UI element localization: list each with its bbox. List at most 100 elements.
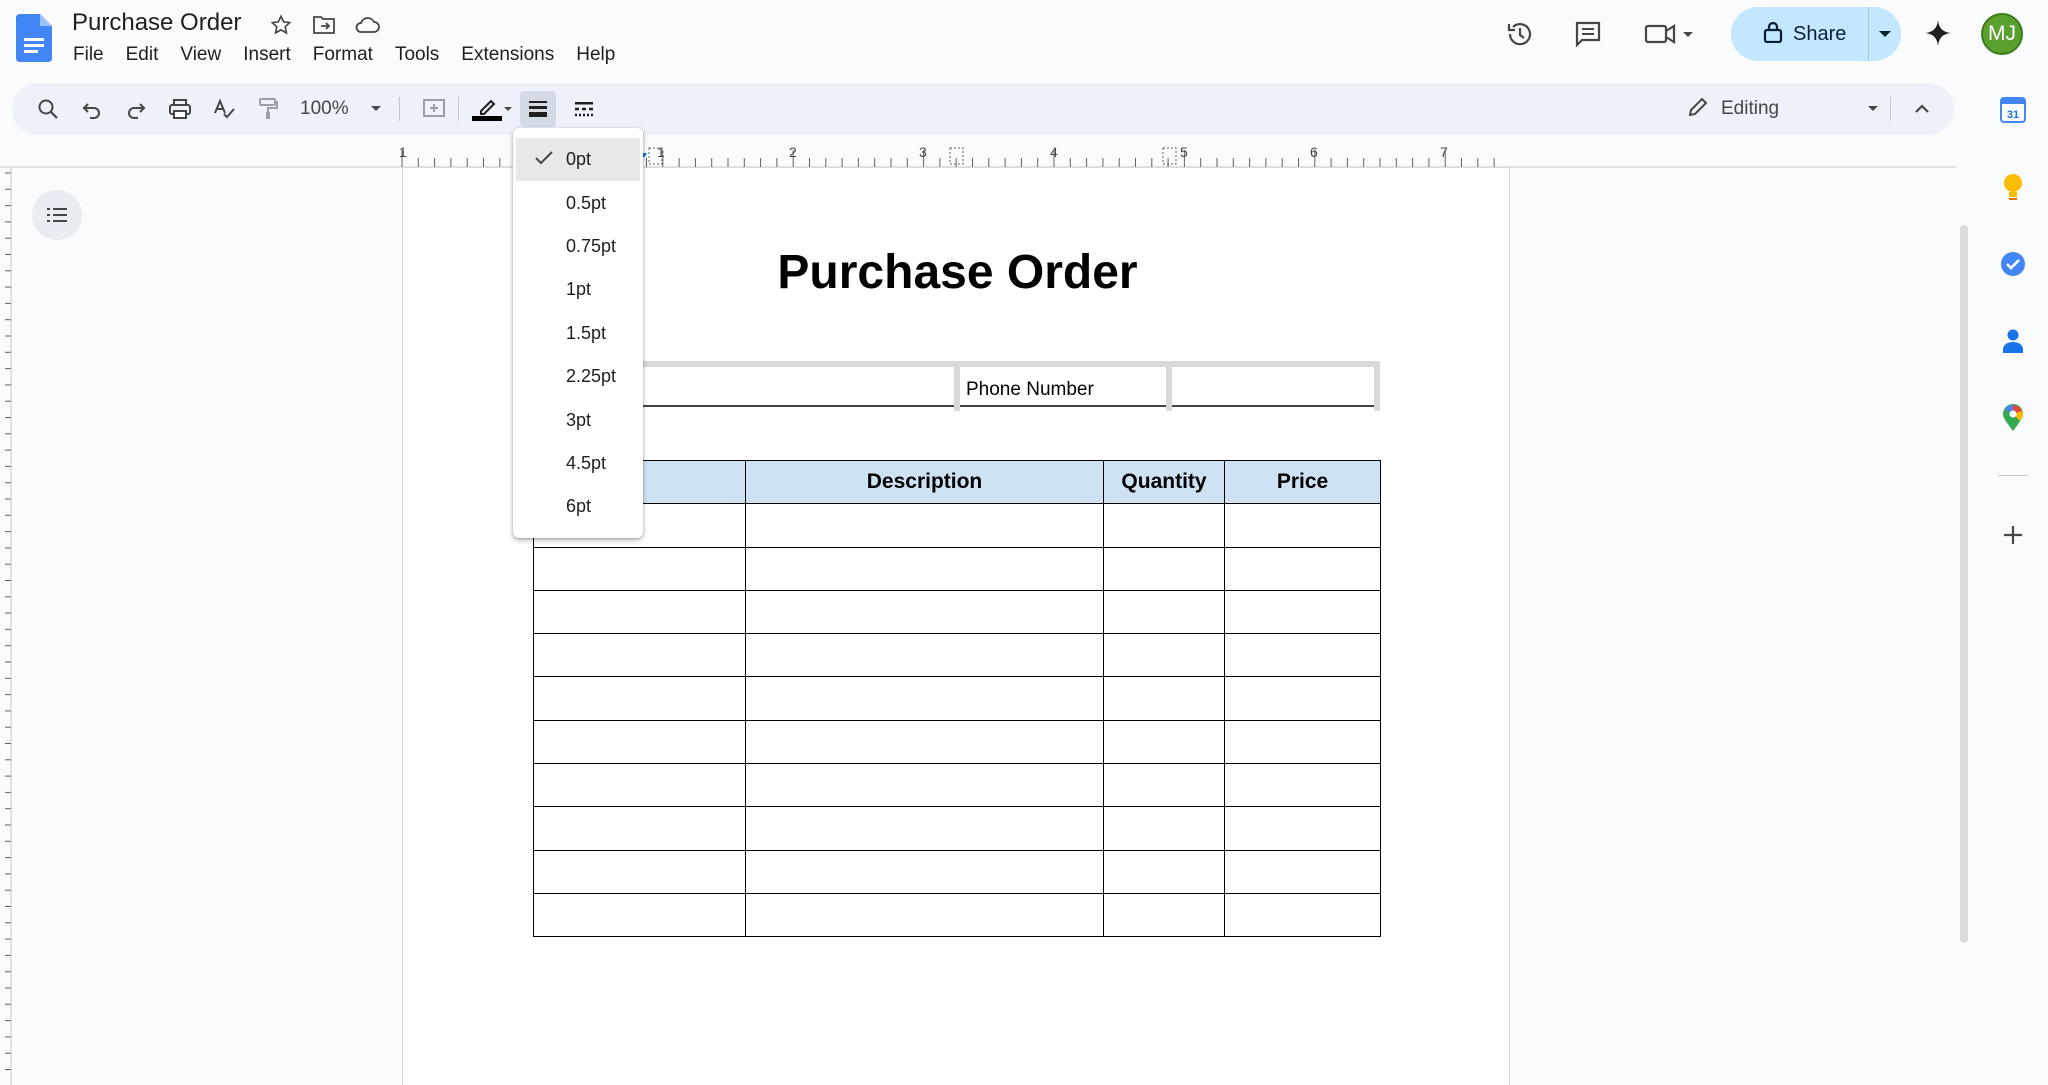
meet-icon[interactable] bbox=[1640, 14, 1700, 54]
table-cell[interactable] bbox=[533, 633, 746, 678]
hide-menus-chevron-up-icon[interactable] bbox=[1904, 91, 1940, 127]
share-main-button[interactable]: Share bbox=[1731, 7, 1870, 61]
add-plus-icon[interactable] bbox=[1996, 518, 2030, 552]
column-header-quantity[interactable]: Quantity bbox=[1103, 459, 1225, 505]
table-cell[interactable] bbox=[1224, 503, 1381, 548]
move-folder-icon[interactable] bbox=[311, 12, 337, 38]
table-cell[interactable] bbox=[1224, 719, 1381, 765]
share-options-chevron-icon[interactable] bbox=[1869, 29, 1901, 39]
print-icon[interactable] bbox=[162, 91, 198, 127]
document-heading[interactable]: Purchase Order bbox=[0, 245, 1915, 300]
table-cell[interactable] bbox=[1224, 763, 1381, 808]
paint-format-icon[interactable] bbox=[250, 91, 286, 127]
editing-mode-select[interactable]: Editing bbox=[1687, 91, 1879, 127]
document-title[interactable]: Purchase Order bbox=[72, 9, 241, 37]
table-cell[interactable] bbox=[1103, 849, 1225, 894]
column-header-description[interactable]: Description bbox=[745, 459, 1104, 505]
table-cell[interactable] bbox=[1224, 546, 1381, 591]
spelling-check-icon[interactable] bbox=[206, 91, 242, 127]
document-outline-button[interactable] bbox=[32, 190, 82, 240]
tasks-icon[interactable] bbox=[1996, 247, 2030, 281]
vertical-ruler[interactable] bbox=[0, 168, 12, 1085]
menu-help[interactable]: Help bbox=[565, 42, 626, 68]
vertical-scrollbar[interactable] bbox=[1960, 225, 1968, 943]
table-cell[interactable] bbox=[745, 892, 1104, 938]
contacts-icon[interactable] bbox=[1996, 324, 2030, 358]
border-width-option[interactable]: 1pt bbox=[513, 268, 643, 311]
border-width-option[interactable]: 4.5pt bbox=[513, 442, 643, 485]
table-cell[interactable] bbox=[1103, 676, 1225, 721]
cloud-saved-icon[interactable] bbox=[354, 12, 380, 38]
table-cell[interactable] bbox=[1103, 806, 1225, 851]
star-icon[interactable] bbox=[268, 12, 294, 38]
table-cell[interactable] bbox=[745, 676, 1104, 721]
border-dash-icon[interactable] bbox=[566, 91, 602, 127]
table-cell[interactable] bbox=[533, 719, 746, 765]
border-width-option[interactable]: 0.75pt bbox=[513, 225, 643, 268]
table-cell[interactable] bbox=[1103, 503, 1225, 548]
border-width-option[interactable]: 2.25pt bbox=[513, 355, 643, 398]
search-menus-icon[interactable] bbox=[30, 91, 66, 127]
table-cell[interactable] bbox=[1224, 589, 1381, 635]
table-cell[interactable] bbox=[745, 849, 1104, 894]
comments-icon[interactable] bbox=[1568, 14, 1608, 54]
border-color-icon[interactable] bbox=[466, 91, 514, 127]
table-cell[interactable] bbox=[1224, 806, 1381, 851]
redo-icon[interactable] bbox=[118, 91, 154, 127]
items-table[interactable]: n # Description Quantity Price bbox=[533, 459, 1381, 938]
avatar[interactable]: MJ bbox=[1981, 13, 2023, 55]
border-width-option[interactable]: 0pt bbox=[516, 138, 640, 182]
table-cell[interactable] bbox=[745, 719, 1104, 765]
border-width-option[interactable]: 0.5pt bbox=[513, 181, 643, 224]
maps-icon[interactable] bbox=[1996, 401, 2030, 435]
table-cell[interactable] bbox=[745, 503, 1104, 548]
info-table[interactable]: Phone Number bbox=[629, 361, 1380, 411]
gemini-sparkle-icon[interactable] bbox=[1918, 13, 1958, 53]
table-cell[interactable] bbox=[1224, 849, 1381, 894]
table-cell[interactable] bbox=[533, 849, 746, 894]
horizontal-ruler[interactable] bbox=[0, 140, 1956, 168]
menu-format[interactable]: Format bbox=[302, 42, 384, 68]
table-cell[interactable] bbox=[533, 676, 746, 721]
table-cell[interactable] bbox=[533, 892, 746, 938]
menu-tools[interactable]: Tools bbox=[384, 42, 450, 68]
border-width-option[interactable]: 6pt bbox=[513, 485, 643, 528]
column-header-price[interactable]: Price bbox=[1224, 459, 1381, 505]
zoom-select[interactable]: 100% bbox=[300, 98, 349, 120]
table-cell[interactable] bbox=[745, 633, 1104, 678]
zoom-chevron-down-icon[interactable] bbox=[364, 91, 388, 127]
table-cell[interactable] bbox=[1103, 589, 1225, 635]
table-row bbox=[533, 892, 1381, 938]
table-cell[interactable] bbox=[533, 546, 746, 591]
border-width-option[interactable]: 1.5pt bbox=[513, 312, 643, 355]
border-width-icon[interactable] bbox=[520, 91, 556, 127]
undo-icon[interactable] bbox=[74, 91, 110, 127]
table-cell[interactable] bbox=[745, 589, 1104, 635]
menu-insert[interactable]: Insert bbox=[232, 42, 302, 68]
table-cell[interactable] bbox=[745, 546, 1104, 591]
border-width-option[interactable]: 3pt bbox=[513, 398, 643, 441]
share-button[interactable]: Share bbox=[1731, 7, 1901, 61]
table-cell[interactable] bbox=[1103, 763, 1225, 808]
table-cell[interactable] bbox=[533, 589, 746, 635]
table-cell[interactable] bbox=[533, 763, 746, 808]
keep-icon[interactable] bbox=[1996, 170, 2030, 204]
table-cell[interactable] bbox=[1224, 676, 1381, 721]
menu-view[interactable]: View bbox=[169, 42, 232, 68]
calendar-icon[interactable]: 31 bbox=[1996, 93, 2030, 127]
table-cell[interactable] bbox=[1224, 633, 1381, 678]
menu-extensions[interactable]: Extensions bbox=[450, 42, 565, 68]
table-cell[interactable] bbox=[1103, 546, 1225, 591]
version-history-icon[interactable] bbox=[1500, 14, 1540, 54]
table-cell[interactable] bbox=[1103, 719, 1225, 765]
table-cell[interactable] bbox=[745, 806, 1104, 851]
menu-file[interactable]: File bbox=[62, 42, 115, 68]
menu-edit[interactable]: Edit bbox=[115, 42, 170, 68]
table-cell[interactable] bbox=[533, 806, 746, 851]
table-cell[interactable] bbox=[1224, 892, 1381, 938]
table-cell[interactable] bbox=[1103, 892, 1225, 938]
docs-logo-icon[interactable] bbox=[16, 14, 52, 62]
table-cell[interactable] bbox=[745, 763, 1104, 808]
add-comment-icon[interactable] bbox=[416, 91, 452, 127]
table-cell[interactable] bbox=[1103, 633, 1225, 678]
